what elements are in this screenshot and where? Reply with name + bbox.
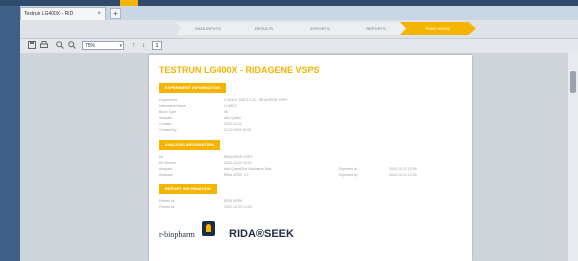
row-value: 2020-10-22 — [224, 122, 242, 126]
row-value: 2020-10-22 12:00 — [389, 167, 417, 171]
brand-mark-icon — [202, 221, 215, 236]
row-value: RIDAGENE VSPS — [224, 155, 253, 159]
step-data-inputs[interactable]: DATA INPUTS — [176, 22, 240, 35]
row-label: Kit — [159, 155, 164, 159]
step-exports[interactable]: EXPORTS — [288, 22, 352, 35]
row-value: 22.10.2020 10:00 — [224, 128, 252, 132]
row-value: Abs Quant — [224, 116, 241, 120]
row-label: Exported by — [339, 173, 358, 177]
section-analysis-information: ANALYSIS INFORMATION — [159, 140, 220, 150]
app-window: DATA INPUTS RESULTS EXPORTS REPORTS PRIN… — [20, 20, 578, 261]
row-label: Created By — [159, 128, 177, 132]
row-label: Analysis — [159, 167, 173, 171]
section-experiment-information: EXPERIMENT INFORMATION — [159, 83, 227, 93]
zoom-in-icon[interactable] — [56, 41, 64, 51]
save-icon[interactable] — [28, 41, 36, 51]
browser-tab-title: Testrun LG400X - RID — [24, 11, 74, 17]
chevron-down-icon: ▾ — [119, 43, 122, 49]
row-value: 2020-10-22 12:00 — [389, 173, 417, 177]
row-value: Abs Quant/2nd Derivative Max — [224, 167, 272, 171]
zoom-out-icon[interactable] — [68, 41, 76, 51]
row-label: Printed at — [159, 205, 174, 209]
r-biopharm-logo: r-biopharm — [159, 230, 195, 239]
vertical-scrollbar[interactable] — [568, 53, 578, 261]
row-value: RIDA SEEK 1.0 — [224, 173, 249, 177]
row-label: Analysis — [159, 116, 173, 120]
row-label: Printed by — [159, 199, 175, 203]
report-page: TESTRUN LG400X - RIDAGENE VSPS EXPERIMEN… — [149, 55, 472, 261]
zoom-select[interactable]: 75% ▾ — [82, 41, 124, 50]
zoom-value: 75% — [85, 43, 96, 49]
row-label: Created — [159, 122, 172, 126]
row-label: Software — [159, 173, 173, 177]
arrow-down-icon[interactable]: ↓ — [142, 41, 146, 51]
scrollbar-thumb[interactable] — [570, 71, 576, 93]
viewer-toolbar: 75% ▾ ↑ ↓ 1 — [20, 38, 578, 54]
new-tab-button[interactable]: + — [110, 8, 121, 19]
row-value: 2020-10-22 10:00 — [224, 161, 252, 165]
row-value: LG400X 2020-10-22 - RIDAGENE VSPS — [224, 98, 288, 102]
row-label: Kit Version — [159, 161, 176, 165]
row-label: Experiment — [159, 98, 177, 102]
row-value: RIDA SEEK — [224, 199, 243, 203]
arrow-up-icon[interactable]: ↑ — [132, 41, 136, 51]
row-value: 96 — [224, 110, 228, 114]
section-report-information: REPORT INFORMATION — [159, 184, 217, 194]
step-print-mode[interactable]: PRINT MODE — [400, 22, 476, 35]
browser-tab[interactable]: Testrun LG400X - RID × — [20, 7, 106, 20]
print-icon[interactable] — [40, 41, 48, 51]
row-value: 2020-10-22 12:00 — [224, 205, 252, 209]
row-value: LC480 II — [224, 104, 238, 108]
document-title: TESTRUN LG400X - RIDAGENE VSPS — [159, 65, 320, 75]
row-label: Block Type — [159, 110, 177, 114]
browser-tab-bar: Testrun LG400X - RID × + — [20, 6, 578, 20]
page-number-input[interactable]: 1 — [152, 41, 162, 50]
row-label: Instrument Name — [159, 104, 186, 108]
step-reports[interactable]: REPORTS — [344, 22, 408, 35]
workflow-stepper: DATA INPUTS RESULTS EXPORTS REPORTS PRIN… — [20, 20, 578, 38]
step-results[interactable]: RESULTS — [232, 22, 296, 35]
row-label: Exported at — [339, 167, 357, 171]
rida-seek-logo: RIDA®SEEK — [229, 228, 294, 240]
close-icon[interactable]: × — [97, 8, 101, 20]
